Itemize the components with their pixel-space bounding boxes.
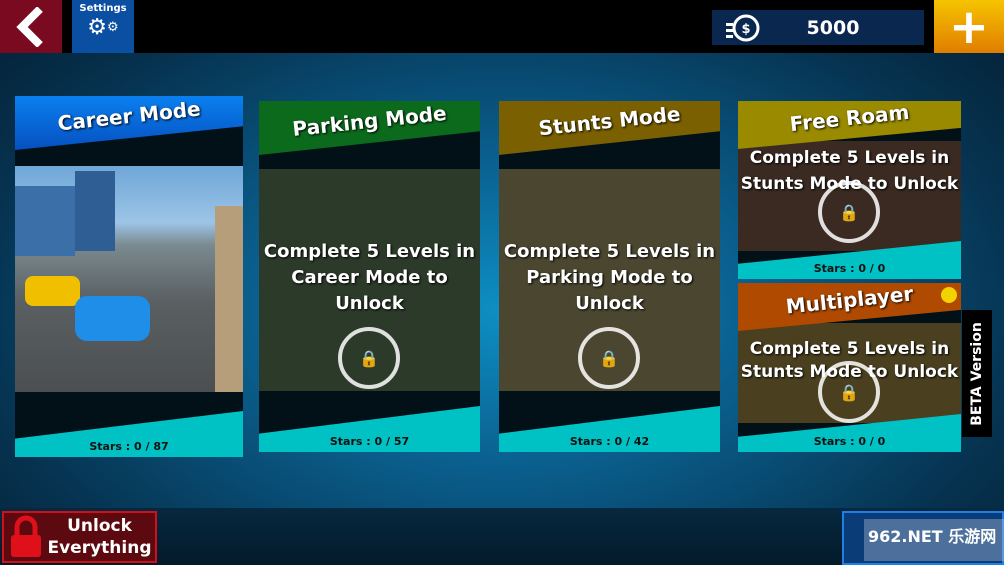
beta-version-label: BETA Version [962, 310, 992, 437]
coin-balance: $ 5000 [712, 10, 924, 45]
mode-card-free-roam[interactable]: Free Roam Complete 5 Levels in Stunts Mo… [738, 101, 961, 279]
lock-icon [11, 515, 41, 557]
lock-icon: 🔒 [818, 361, 880, 423]
watermark: 962.NET 乐游网 [864, 519, 1004, 561]
mode-card-multiplayer[interactable]: Multiplayer Complete 5 Levels in Stunts … [738, 283, 961, 452]
coin-count: 5000 [806, 16, 860, 39]
unlock-requirement: Complete 5 Levels in Career Mode to Unlo… [263, 241, 476, 314]
unlock-label: Unlock [67, 516, 132, 536]
stars-count: Stars : 0 / 57 [329, 435, 410, 448]
stars-count: Stars : 0 / 0 [813, 262, 886, 275]
mode-card-stunts[interactable]: Stunts Mode Complete 5 Levels in Parking… [499, 101, 720, 452]
settings-label: Settings [79, 3, 127, 14]
unlock-requirement: Complete 5 Levels in Parking Mode to Unl… [503, 241, 716, 314]
career-preview-image [15, 166, 243, 392]
svg-text:$: $ [741, 22, 750, 37]
mode-card-career[interactable]: Career Mode Stars : 0 / 87 [15, 96, 243, 457]
lock-icon: 🔒 [338, 327, 400, 389]
buy-coins-button[interactable]: + [934, 0, 1004, 53]
unlock-label: Everything [47, 538, 152, 558]
settings-button[interactable]: Settings ⚙⚙ [72, 0, 134, 53]
unlock-everything-button[interactable]: Unlock Everything [2, 511, 157, 563]
lock-icon: 🔒 [578, 327, 640, 389]
plus-icon: + [948, 0, 990, 55]
coin-stack-icon: $ [726, 14, 760, 41]
stars-count: Stars : 0 / 87 [89, 440, 169, 453]
stars-count: Stars : 0 / 42 [569, 435, 650, 448]
bottom-right-button[interactable]: 962.NET 乐游网 [842, 511, 1004, 565]
chevron-left-icon [16, 6, 43, 47]
lock-icon: 🔒 [818, 181, 880, 243]
mode-card-parking[interactable]: Parking Mode Complete 5 Levels in Career… [259, 101, 480, 452]
gears-icon: ⚙⚙ [87, 15, 119, 40]
stars-count: Stars : 0 / 0 [813, 435, 886, 448]
status-dot [941, 287, 957, 303]
back-button[interactable] [0, 0, 62, 53]
